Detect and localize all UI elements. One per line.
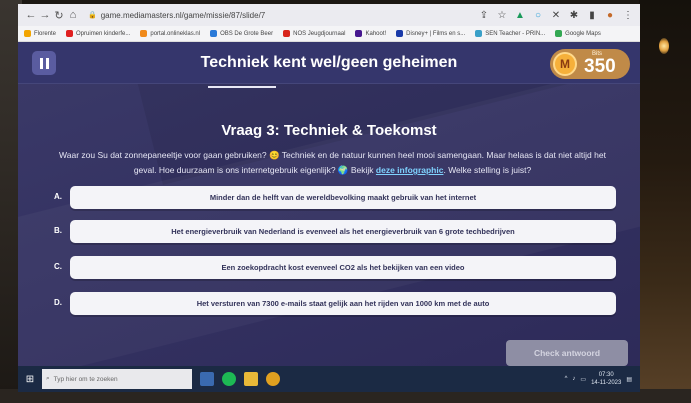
clock-time: 07:30 [598, 372, 614, 378]
sidebar-icon[interactable]: ▮ [586, 10, 598, 21]
notification-icon[interactable]: ▤ [626, 376, 632, 383]
answer-button[interactable]: Het versturen van 7300 e-mails staat gel… [70, 292, 616, 315]
bits-value: 350 [584, 56, 616, 77]
puzzle-icon[interactable]: ✱ [568, 10, 580, 21]
bookmark[interactable]: Opruimen kinderfe... [66, 30, 130, 37]
game-page: Techniek kent wel/geen geheimen M Bits 3… [18, 42, 640, 390]
clock-date: 14-11-2023 [591, 380, 622, 386]
extension-icons: ⇪ ☆ ▲ ○ ✕ ✱ ▮ ● ⋮ [478, 10, 634, 21]
game-header: Techniek kent wel/geen geheimen M Bits 3… [18, 42, 640, 84]
bookmark[interactable]: Kahoot! [355, 30, 386, 37]
check-answer-button[interactable]: Check antwoord [506, 340, 628, 366]
bookmark[interactable]: Google Maps [555, 30, 601, 37]
answer-letter: D. [54, 298, 62, 307]
bookmark-icon [66, 30, 74, 37]
bookmark[interactable]: portal.onlineklas.nl [140, 30, 200, 37]
star-icon[interactable]: ☆ [496, 10, 508, 21]
browser-window: ← → ↻ ⌂ 🔒 game.mediamasters.nl/game/miss… [18, 4, 640, 390]
taskbar-search-input[interactable]: ⌕ Typ hier om te zoeken [42, 369, 192, 389]
share-icon[interactable]: ⇪ [478, 10, 490, 21]
home-icon[interactable]: ⌂ [66, 9, 80, 21]
background-right [639, 0, 691, 403]
task-view-icon[interactable] [200, 372, 214, 386]
bookmark-icon [555, 30, 563, 37]
file-explorer-icon[interactable] [244, 372, 258, 386]
answer-letter: B. [54, 226, 62, 235]
bits-counter: M Bits 350 [550, 49, 630, 79]
bookmark-icon [24, 30, 31, 37]
address-bar: ← → ↻ ⌂ 🔒 game.mediamasters.nl/game/miss… [18, 4, 640, 26]
answer-option-c[interactable]: C. Een zoekopdracht kost evenveel CO2 al… [48, 256, 618, 280]
game-title: Techniek kent wel/geen geheimen [200, 54, 458, 71]
profile-avatar-icon[interactable]: ● [604, 10, 616, 21]
question-body: Waar zou Su dat zonnepaneeltje voor gaan… [50, 148, 615, 178]
bookmark-icon [396, 30, 404, 37]
lock-icon: 🔒 [88, 12, 97, 19]
search-icon: ⌕ [46, 375, 50, 382]
question-title: Vraag 3: Techniek & Toekomst [221, 122, 437, 139]
answer-letter: A. [54, 192, 62, 201]
back-icon[interactable]: ← [24, 9, 38, 21]
bookmark[interactable]: Florente [24, 30, 56, 37]
clock[interactable]: 07:30 14-11-2023 [591, 371, 621, 387]
bookmark-icon [283, 30, 291, 37]
volume-icon[interactable]: ♪ [572, 376, 575, 382]
bookmark[interactable]: OBS De Grote Beer [210, 30, 273, 37]
bookmarks-bar: Florente Opruimen kinderfe... portal.onl… [18, 26, 640, 42]
coin-icon: M [553, 52, 577, 76]
extension-triangle-icon[interactable]: ▲ [514, 10, 526, 21]
search-placeholder: Typ hier om te zoeken [53, 375, 118, 383]
infographic-link[interactable]: deze infographic [376, 165, 444, 175]
menu-dots-icon[interactable]: ⋮ [622, 10, 634, 21]
bookmark[interactable]: Disney+ | Films en s... [396, 30, 465, 37]
extension-x-icon[interactable]: ✕ [550, 10, 562, 21]
windows-taskbar: ⊞ ⌕ Typ hier om te zoeken ^ ♪ ▭ 07:30 14… [18, 366, 640, 392]
bookmark[interactable]: NOS Jeugdjournaal [283, 30, 345, 37]
windows-start-icon[interactable]: ⊞ [18, 366, 42, 392]
url-text: game.mediamasters.nl/game/missie/87/slid… [100, 10, 266, 20]
answer-option-b[interactable]: B. Het energieverbruik van Nederland is … [48, 220, 618, 244]
answer-option-a[interactable]: A. Minder dan de helft van de wereldbevo… [48, 186, 618, 210]
extension-circle-icon[interactable]: ○ [532, 10, 544, 21]
forward-icon[interactable]: → [38, 9, 52, 21]
bookmark-icon [475, 30, 483, 37]
answer-option-d[interactable]: D. Het versturen van 7300 e-mails staat … [48, 292, 618, 316]
chevron-up-icon[interactable]: ^ [565, 376, 568, 382]
bookmark[interactable]: SEN Teacher - PRIN... [475, 30, 545, 37]
network-icon[interactable]: ▭ [580, 376, 586, 383]
url-field[interactable]: 🔒 game.mediamasters.nl/game/missie/87/sl… [88, 7, 388, 23]
answer-button[interactable]: Minder dan de helft van de wereldbevolki… [70, 186, 616, 209]
spotify-icon[interactable] [222, 372, 236, 386]
bookmark-icon [355, 30, 363, 37]
lamp-light [659, 38, 669, 54]
question-text-end: . Welke stelling is juist? [443, 165, 532, 175]
bookmark-icon [140, 30, 148, 37]
bookmark-icon [210, 30, 218, 37]
progress-underline [208, 86, 276, 88]
reload-icon[interactable]: ↻ [52, 9, 66, 22]
system-tray: ^ ♪ ▭ 07:30 14-11-2023 ▤ [565, 371, 640, 387]
answer-letter: C. [54, 262, 62, 271]
answer-button[interactable]: Een zoekopdracht kost evenveel CO2 als h… [70, 256, 616, 279]
chrome-icon[interactable] [266, 372, 280, 386]
answer-button[interactable]: Het energieverbruik van Nederland is eve… [70, 220, 616, 243]
